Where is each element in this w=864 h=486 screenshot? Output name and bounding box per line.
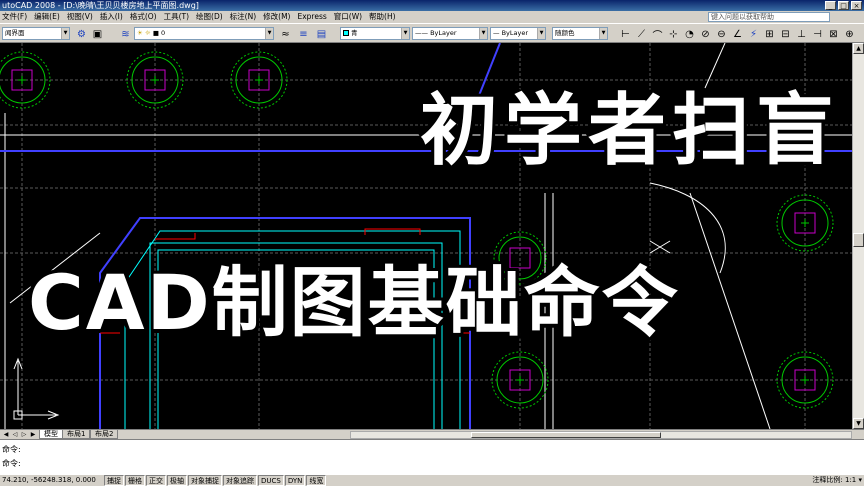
lineweight-toggle[interactable]: 线宽 xyxy=(306,475,327,486)
color-value: 青 xyxy=(351,29,358,37)
chevron-down-icon: ▼ xyxy=(265,28,273,39)
menu-window[interactable]: 窗口(W) xyxy=(332,11,367,23)
osnap-toggle[interactable]: 对象捕捉 xyxy=(188,475,222,486)
continue-dimension-icon[interactable]: ⊟ xyxy=(778,27,793,41)
first-tab-icon[interactable]: ◀ xyxy=(2,431,10,439)
title-bar: utoCAD 2008 - [D:\晚晴\王贝贝楼房地上平面图.dwg] _ □… xyxy=(0,0,864,11)
command-input-line[interactable]: 命令: xyxy=(2,458,21,469)
command-history-line: 命令: xyxy=(2,445,21,454)
color-dropdown[interactable]: 青 ▼ xyxy=(340,27,410,40)
wall-outline-cyan xyxy=(124,230,461,429)
aligned-dimension-icon[interactable]: ⟋ xyxy=(634,27,649,41)
ucs-icon xyxy=(13,357,60,420)
drawing-canvas[interactable] xyxy=(0,43,852,429)
close-button[interactable]: × xyxy=(851,1,862,10)
tab-layout2[interactable]: 布局2 xyxy=(90,430,119,439)
scroll-up-icon[interactable]: ▲ xyxy=(853,43,864,54)
dimension-space-icon[interactable]: ⊥ xyxy=(794,27,809,41)
linetype-sample: —— xyxy=(415,29,428,37)
layout-tab-bar: ◀ ◁ ▷ ▶ 模型 布局1 布局2 xyxy=(0,429,864,439)
chevron-down-icon: ▼ xyxy=(537,28,545,39)
lineweight-value: ByLayer xyxy=(501,29,529,37)
menu-dimension[interactable]: 标注(N) xyxy=(228,11,261,23)
snap-toggle[interactable]: 捕捉 xyxy=(104,475,124,486)
tolerance-icon[interactable]: ⊠ xyxy=(826,27,841,41)
plotstyle-value: 随颜色 xyxy=(555,29,575,37)
chevron-down-icon: ▼ xyxy=(401,28,409,39)
center-mark-icon[interactable]: ⊕ xyxy=(842,27,857,41)
dyn-toggle[interactable]: DYN xyxy=(284,475,306,486)
diameter-dimension-icon[interactable]: ⊖ xyxy=(714,27,729,41)
lineweight-sample: — xyxy=(493,29,500,37)
vertical-scrollbar[interactable]: ▲ ▼ xyxy=(852,43,864,429)
maximize-button[interactable]: □ xyxy=(838,1,849,10)
menu-insert[interactable]: 插入(I) xyxy=(98,11,128,23)
horizontal-scrollbar[interactable] xyxy=(350,431,852,439)
last-tab-icon[interactable]: ▶ xyxy=(29,431,37,439)
menu-edit[interactable]: 编辑(E) xyxy=(32,11,65,23)
angular-dimension-icon[interactable]: ∠ xyxy=(730,27,745,41)
command-window[interactable]: 命令: 命令: xyxy=(0,439,864,474)
menu-modify[interactable]: 修改(M) xyxy=(261,11,295,23)
plotstyle-dropdown[interactable]: 随颜色 ▼ xyxy=(552,27,608,40)
chevron-down-icon: ▼ xyxy=(599,28,607,39)
menu-view[interactable]: 视图(V) xyxy=(65,11,98,23)
my-workspace-icon[interactable]: ▣ xyxy=(90,27,105,41)
help-search-input[interactable]: 键入问题以获取帮助 xyxy=(708,12,830,22)
menu-express[interactable]: Express xyxy=(295,11,331,23)
toolbar: 闻界面 ▼ ⚙ ▣ ≋ ☀ ☼ ■ 0 ▼ ≈ ≡ ▤ 青 ▼ —— ByLayer ▼… xyxy=(0,23,864,43)
lightbulb-icon: ☀ xyxy=(137,29,143,37)
radius-dimension-icon[interactable]: ◔ xyxy=(682,27,697,41)
layer-previous-icon[interactable]: ≡ xyxy=(296,27,311,41)
lineweight-dropdown[interactable]: — ByLayer ▼ xyxy=(490,27,546,40)
chevron-down-icon: ▼ xyxy=(61,28,69,39)
annotation-scale[interactable]: 注释比例: 1:1 ▾ xyxy=(812,475,862,486)
ducs-toggle[interactable]: DUCS xyxy=(258,475,284,486)
color-swatch xyxy=(343,30,349,36)
x-mark xyxy=(649,240,671,254)
linetype-value: ByLayer xyxy=(430,29,457,37)
sun-icon: ☼ xyxy=(144,29,151,37)
quick-dimension-icon[interactable]: ⚡ xyxy=(746,27,761,41)
menu-draw[interactable]: 绘图(D) xyxy=(194,11,228,23)
chevron-down-icon: ▼ xyxy=(479,28,487,39)
layer-value: 0 xyxy=(161,29,166,37)
layer-manager-icon[interactable]: ≋ xyxy=(118,27,133,41)
workspace-value: 闻界面 xyxy=(5,29,25,37)
ordinate-dimension-icon[interactable]: ⊹ xyxy=(666,27,681,41)
jogged-dimension-icon[interactable]: ⊘ xyxy=(698,27,713,41)
menu-help[interactable]: 帮助(H) xyxy=(367,11,401,23)
make-current-layer-icon[interactable]: ≈ xyxy=(278,27,293,41)
horizontal-scroll-thumb[interactable] xyxy=(471,432,661,438)
ortho-toggle[interactable]: 正交 xyxy=(146,475,166,486)
menu-format[interactable]: 格式(O) xyxy=(128,11,162,23)
status-bar: 74.210, -56248.318, 0.000 捕捉 栅格 正交 极轴 对象… xyxy=(0,474,864,486)
workspace-settings-icon[interactable]: ⚙ xyxy=(74,27,89,41)
dimension-break-icon[interactable]: ⊣ xyxy=(810,27,825,41)
polar-toggle[interactable]: 极轴 xyxy=(167,475,187,486)
menu-bar: 文件(F) 编辑(E) 视图(V) 插入(I) 格式(O) 工具(T) 绘图(D… xyxy=(0,11,864,23)
tab-model[interactable]: 模型 xyxy=(39,430,63,439)
linear-dimension-icon[interactable]: ⊢ xyxy=(618,27,633,41)
drawing-svg xyxy=(0,43,852,429)
vertical-scroll-thumb[interactable] xyxy=(853,233,864,247)
arc-length-icon[interactable]: ⌒ xyxy=(650,27,665,42)
lock-icon: ■ xyxy=(152,29,159,37)
scroll-down-icon[interactable]: ▼ xyxy=(853,418,864,429)
minimize-button[interactable]: _ xyxy=(825,1,836,10)
grid-toggle[interactable]: 栅格 xyxy=(125,475,145,486)
otrack-toggle[interactable]: 对象追踪 xyxy=(223,475,257,486)
coordinate-readout: 74.210, -56248.318, 0.000 xyxy=(2,476,96,484)
workspace-dropdown[interactable]: 闻界面 ▼ xyxy=(2,27,70,40)
layer-states-icon[interactable]: ▤ xyxy=(314,27,329,41)
menu-file[interactable]: 文件(F) xyxy=(0,11,32,23)
tab-layout1[interactable]: 布局1 xyxy=(62,430,91,439)
layer-dropdown[interactable]: ☀ ☼ ■ 0 ▼ xyxy=(134,27,274,40)
baseline-dimension-icon[interactable]: ⊞ xyxy=(762,27,777,41)
linetype-dropdown[interactable]: —— ByLayer ▼ xyxy=(412,27,488,40)
prev-tab-icon[interactable]: ◁ xyxy=(11,431,19,439)
menu-tools[interactable]: 工具(T) xyxy=(162,11,194,23)
next-tab-icon[interactable]: ▷ xyxy=(20,431,28,439)
window-title: utoCAD 2008 - [D:\晚晴\王贝贝楼房地上平面图.dwg] xyxy=(2,1,199,10)
